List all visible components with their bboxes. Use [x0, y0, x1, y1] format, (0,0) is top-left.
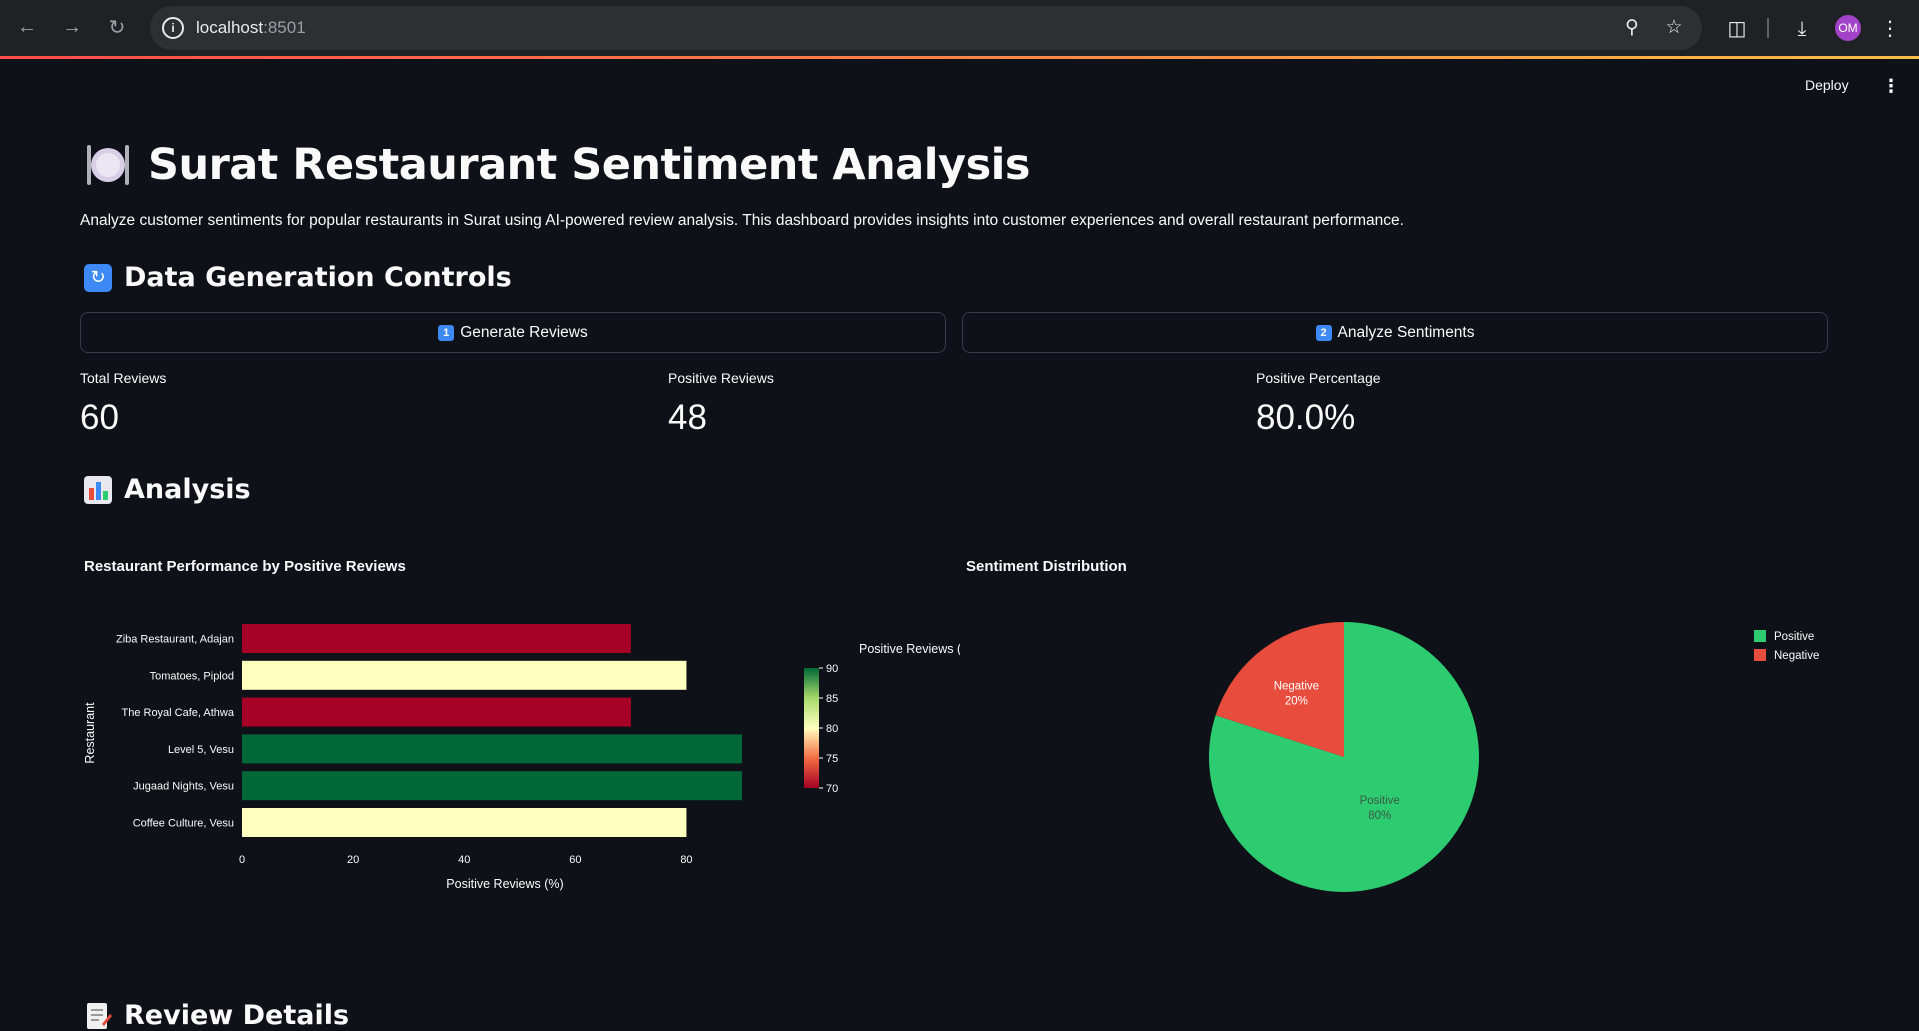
plate-cutlery-icon: [87, 145, 129, 185]
metric-value: 60: [80, 398, 119, 437]
analyze-sentiments-button[interactable]: 2 Analyze Sentiments: [962, 312, 1828, 353]
keycap-two-icon: 2: [1315, 324, 1332, 341]
legend-label[interactable]: Positive: [1774, 631, 1814, 643]
colorbar-tick-label: 80: [826, 723, 838, 735]
pie-percent-label: 20%: [1285, 695, 1308, 707]
metric-label: Positive Reviews: [668, 370, 774, 386]
metric-total-reviews: Total Reviews 60: [80, 370, 166, 438]
refresh-icon: ↻: [84, 263, 112, 292]
profile-avatar[interactable]: OM: [1835, 15, 1861, 41]
page-description: Analyze customer sentiments for popular …: [80, 212, 1404, 229]
colorbar: [804, 668, 819, 788]
metric-value: 80.0%: [1256, 398, 1356, 437]
page-title: Surat Restaurant Sentiment Analysis: [148, 140, 1031, 190]
x-tick-label: 0: [239, 854, 245, 866]
forward-icon[interactable]: →: [57, 12, 87, 42]
x-axis-label: Positive Reviews (%): [446, 877, 563, 891]
download-icon[interactable]: ⤓: [1788, 15, 1816, 43]
generate-reviews-label: Generate Reviews: [460, 323, 588, 341]
legend-label[interactable]: Negative: [1774, 650, 1819, 662]
bar-chart-title: Restaurant Performance by Positive Revie…: [84, 558, 406, 575]
zoom-icon[interactable]: ⚲: [1620, 16, 1644, 40]
pie-label: Negative: [1274, 680, 1319, 692]
loading-accent-bar: [0, 56, 1919, 59]
deploy-button[interactable]: Deploy: [1805, 77, 1849, 93]
browser-toolbar: ← → ↻ i localhost:8501 ⚲ ☆ ◫ ⤓ OM ⋮: [0, 0, 1919, 56]
bar[interactable]: [242, 734, 742, 764]
analysis-heading-row: Analysis: [84, 474, 251, 505]
y-tick-label: Jugaad Nights, Vesu: [133, 781, 234, 793]
colorbar-tick-label: 75: [826, 753, 838, 765]
address-bar[interactable]: i localhost:8501 ⚲ ☆: [150, 6, 1702, 50]
pie-chart: Positive 80% Negative 20% Positive Negative: [1209, 622, 1819, 892]
metric-positive-percentage: Positive Percentage 80.0%: [1256, 370, 1381, 438]
review-details-heading-row: Review Details: [84, 1000, 349, 1031]
bar-chart-icon: [84, 475, 112, 504]
analysis-heading: Analysis: [124, 474, 251, 505]
url-text: localhost:8501: [196, 18, 306, 37]
legend-swatch[interactable]: [1754, 649, 1766, 661]
x-tick-label: 60: [569, 854, 581, 866]
y-tick-label: The Royal Cafe, Athwa: [121, 707, 234, 719]
y-tick-label: Tomatoes, Piplod: [150, 670, 234, 682]
toolbar-divider: [1767, 18, 1769, 38]
x-tick-label: 20: [347, 854, 359, 866]
metric-value: 48: [668, 398, 707, 437]
review-details-heading: Review Details: [124, 1000, 350, 1031]
bookmark-star-icon[interactable]: ☆: [1662, 16, 1686, 40]
colorbar-tick-label: 85: [826, 693, 838, 705]
metric-positive-reviews: Positive Reviews 48: [668, 370, 774, 438]
bar[interactable]: [242, 697, 631, 727]
memo-icon: [87, 1002, 112, 1029]
bar[interactable]: [242, 660, 687, 690]
y-tick-label: Coffee Culture, Vesu: [133, 818, 234, 830]
metric-label: Positive Percentage: [1256, 370, 1381, 386]
bar-chart: Ziba Restaurant, Adajan Tomatoes, Piplod T…: [83, 624, 960, 891]
back-icon[interactable]: ←: [12, 12, 42, 42]
analyze-sentiments-label: Analyze Sentiments: [1337, 323, 1475, 341]
page-title-row: Surat Restaurant Sentiment Analysis: [84, 140, 1031, 190]
controls-heading-row: ↻ Data Generation Controls: [84, 262, 512, 293]
colorbar-title: Positive Reviews (%): [859, 642, 960, 656]
main-menu-icon[interactable]: ⋮: [1882, 76, 1900, 97]
generate-reviews-button[interactable]: 1 Generate Reviews: [80, 312, 946, 353]
y-axis-label: Restaurant: [83, 702, 97, 764]
y-tick-label: Level 5, Vesu: [168, 744, 234, 756]
x-tick-label: 40: [458, 854, 470, 866]
bar[interactable]: [242, 771, 742, 801]
browser-menu-icon[interactable]: ⋮: [1876, 15, 1904, 43]
colorbar-tick-label: 70: [826, 783, 838, 795]
pie-percent-label: 80%: [1368, 810, 1391, 822]
bar[interactable]: [242, 808, 687, 837]
controls-heading: Data Generation Controls: [124, 262, 512, 293]
bar[interactable]: [242, 624, 631, 653]
reload-icon[interactable]: ↻: [102, 12, 132, 42]
extensions-icon[interactable]: ◫: [1723, 15, 1751, 43]
x-tick-label: 80: [680, 854, 692, 866]
y-tick-label: Ziba Restaurant, Adajan: [116, 634, 234, 646]
legend-swatch[interactable]: [1754, 630, 1766, 642]
pie-chart-title: Sentiment Distribution: [966, 558, 1127, 575]
colorbar-tick-label: 90: [826, 663, 838, 675]
site-info-icon[interactable]: i: [162, 17, 184, 39]
keycap-one-icon: 1: [438, 324, 455, 341]
pie-label: Positive: [1360, 795, 1400, 807]
metric-label: Total Reviews: [80, 370, 167, 386]
